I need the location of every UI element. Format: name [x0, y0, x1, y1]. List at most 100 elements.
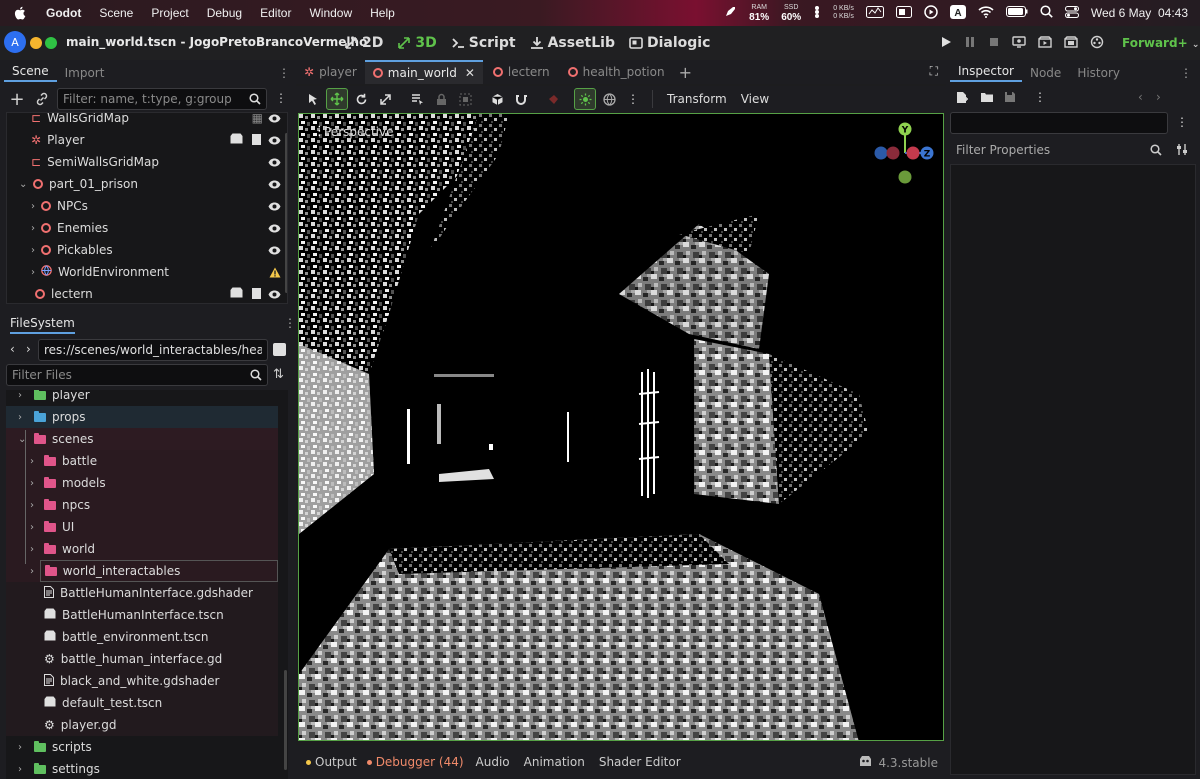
tree-node-enemies[interactable]: › Enemies	[7, 217, 287, 239]
scene-tab-health-potion[interactable]: health_potion	[560, 65, 673, 79]
version-info[interactable]: 4.3.stable	[859, 755, 938, 770]
script-attached-icon[interactable]	[251, 133, 262, 149]
lock-icon[interactable]	[430, 88, 452, 110]
menu-help[interactable]: Help	[370, 6, 395, 20]
folder-battle[interactable]: › battle	[6, 450, 278, 472]
mode-script-button[interactable]: Script	[451, 35, 516, 51]
chevron-right-icon[interactable]: ›	[31, 267, 41, 278]
rocket-icon[interactable]	[723, 5, 737, 22]
apple-icon[interactable]	[14, 6, 32, 20]
file-black-and-white-gdshader[interactable]: black_and_white.gdshader	[6, 670, 278, 692]
dock-menu-icon[interactable]: ⋮	[278, 66, 290, 80]
shader-editor-tab[interactable]: Shader Editor	[599, 755, 681, 769]
sliders-icon[interactable]	[813, 5, 821, 22]
new-resource-icon[interactable]	[956, 91, 968, 107]
mode-2d-button[interactable]: 2D	[344, 35, 383, 51]
play-scene-icon[interactable]	[1038, 35, 1052, 51]
tab-history[interactable]: History	[1069, 66, 1128, 80]
menu-project[interactable]: Project	[151, 6, 188, 20]
scene-filter-input[interactable]: Filter: name, t:type, g:group	[57, 88, 267, 110]
dock-menu-icon[interactable]: ⋮	[1180, 66, 1192, 80]
folder-props[interactable]: › props	[6, 406, 278, 428]
visibility-eye-icon[interactable]	[268, 288, 281, 301]
ram-stat[interactable]: RAM 81%	[749, 4, 769, 23]
close-icon[interactable]: ✕	[465, 66, 475, 80]
move-mode-icon[interactable]	[326, 88, 348, 110]
nav-back-icon[interactable]: ‹	[10, 342, 15, 356]
local-space-icon[interactable]	[486, 88, 508, 110]
file-tree-scrollbar[interactable]	[284, 670, 287, 770]
chevron-right-icon[interactable]: ›	[18, 412, 28, 423]
wifi-icon[interactable]	[978, 5, 994, 21]
tab-node[interactable]: Node	[1022, 66, 1069, 80]
pause-icon[interactable]	[964, 36, 976, 51]
chevron-down-icon[interactable]: ⌄	[18, 434, 28, 445]
scene-filter-menu-icon[interactable]: ⋮	[275, 91, 287, 105]
mode-assetlib-button[interactable]: AssetLib	[530, 35, 615, 51]
animation-tab[interactable]: Animation	[524, 755, 585, 769]
history-back-icon[interactable]: ‹	[1138, 90, 1143, 104]
scene-tab-lectern[interactable]: lectern	[483, 65, 560, 79]
folder-scripts[interactable]: › scripts	[6, 736, 278, 758]
tab-inspector[interactable]: Inspector	[950, 64, 1022, 82]
chevron-right-icon[interactable]: ›	[30, 522, 40, 533]
visibility-eye-icon[interactable]	[268, 113, 281, 125]
chevron-right-icon[interactable]: ›	[30, 478, 40, 489]
add-scene-tab-icon[interactable]: +	[679, 63, 692, 82]
inspector-path-input[interactable]	[950, 112, 1168, 134]
3d-viewport[interactable]: ⋮ Perspective Y Z	[298, 113, 944, 741]
tree-node-wallsgridmap[interactable]: ⊏ WallsGridMap ▦	[7, 113, 287, 129]
toggle-split-icon[interactable]	[273, 343, 286, 356]
battery-icon[interactable]	[1005, 6, 1028, 20]
window-zoom-button[interactable]	[45, 37, 57, 49]
menubar-clock[interactable]: Wed 6 May 04:43	[1091, 6, 1188, 20]
scene-tab-main-world[interactable]: main_world ✕	[364, 60, 483, 84]
preview-sun-icon[interactable]	[542, 88, 564, 110]
visibility-eye-icon[interactable]	[268, 178, 281, 191]
file-player-gd[interactable]: ⚙ player.gd	[6, 714, 278, 736]
axis-gizmo[interactable]: Y Z	[873, 120, 937, 190]
tab-scene[interactable]: Scene	[4, 64, 57, 82]
script-attached-icon[interactable]	[251, 287, 262, 303]
snap-icon[interactable]	[510, 88, 532, 110]
preview-environment-icon[interactable]	[574, 88, 596, 110]
folder-world[interactable]: › world	[6, 538, 278, 560]
audio-tab[interactable]: Audio	[476, 755, 510, 769]
warning-icon[interactable]	[268, 266, 281, 279]
spotlight-search-icon[interactable]	[1040, 5, 1053, 21]
chevron-down-icon[interactable]: ⌄	[19, 179, 29, 190]
tree-node-lectern[interactable]: lectern	[7, 283, 287, 303]
folder-ui[interactable]: › UI	[6, 516, 278, 538]
transform-menu[interactable]: Transform	[661, 92, 733, 106]
tree-node-semiwallsgridmap[interactable]: ⊏ SemiWallsGridMap	[7, 151, 287, 173]
folder-world-interactables[interactable]: › world_interactables	[6, 560, 279, 582]
add-node-icon[interactable]: +	[6, 88, 28, 110]
output-tab[interactable]: Output	[306, 755, 357, 769]
folder-player[interactable]: › player	[6, 390, 278, 406]
play-icon[interactable]	[940, 36, 952, 51]
sort-icon[interactable]: ⇅	[273, 367, 284, 382]
object-menu-icon[interactable]: ⋮	[1176, 115, 1188, 129]
gpu-icon[interactable]	[895, 5, 912, 21]
instance-scene-icon[interactable]	[230, 287, 243, 301]
select-mode-icon[interactable]	[302, 88, 324, 110]
chevron-right-icon[interactable]: ›	[30, 456, 40, 467]
movie-maker-icon[interactable]	[1090, 35, 1104, 52]
perspective-label[interactable]: Perspective	[324, 125, 394, 139]
filesystem-filter-input[interactable]: Filter Files	[6, 364, 268, 386]
menu-scene[interactable]: Scene	[99, 6, 133, 20]
folder-settings[interactable]: › settings	[6, 758, 278, 779]
scene-tab-player[interactable]: ✲ player	[296, 65, 365, 79]
ssd-stat[interactable]: SSD 60%	[781, 4, 801, 23]
visibility-eye-icon[interactable]	[268, 200, 281, 213]
remote-debug-icon[interactable]	[1012, 35, 1026, 51]
folder-models[interactable]: › models	[6, 472, 278, 494]
renderer-select[interactable]: Forward+ ⌄	[1122, 36, 1199, 50]
scale-mode-icon[interactable]	[374, 88, 396, 110]
tree-node-npcs[interactable]: › NPCs	[7, 195, 287, 217]
menu-editor[interactable]: Editor	[260, 6, 291, 20]
chevron-right-icon[interactable]: ›	[31, 245, 41, 256]
instance-scene-icon[interactable]	[230, 133, 243, 147]
visibility-eye-icon[interactable]	[268, 134, 281, 147]
filesystem-title[interactable]: FileSystem	[10, 316, 75, 334]
